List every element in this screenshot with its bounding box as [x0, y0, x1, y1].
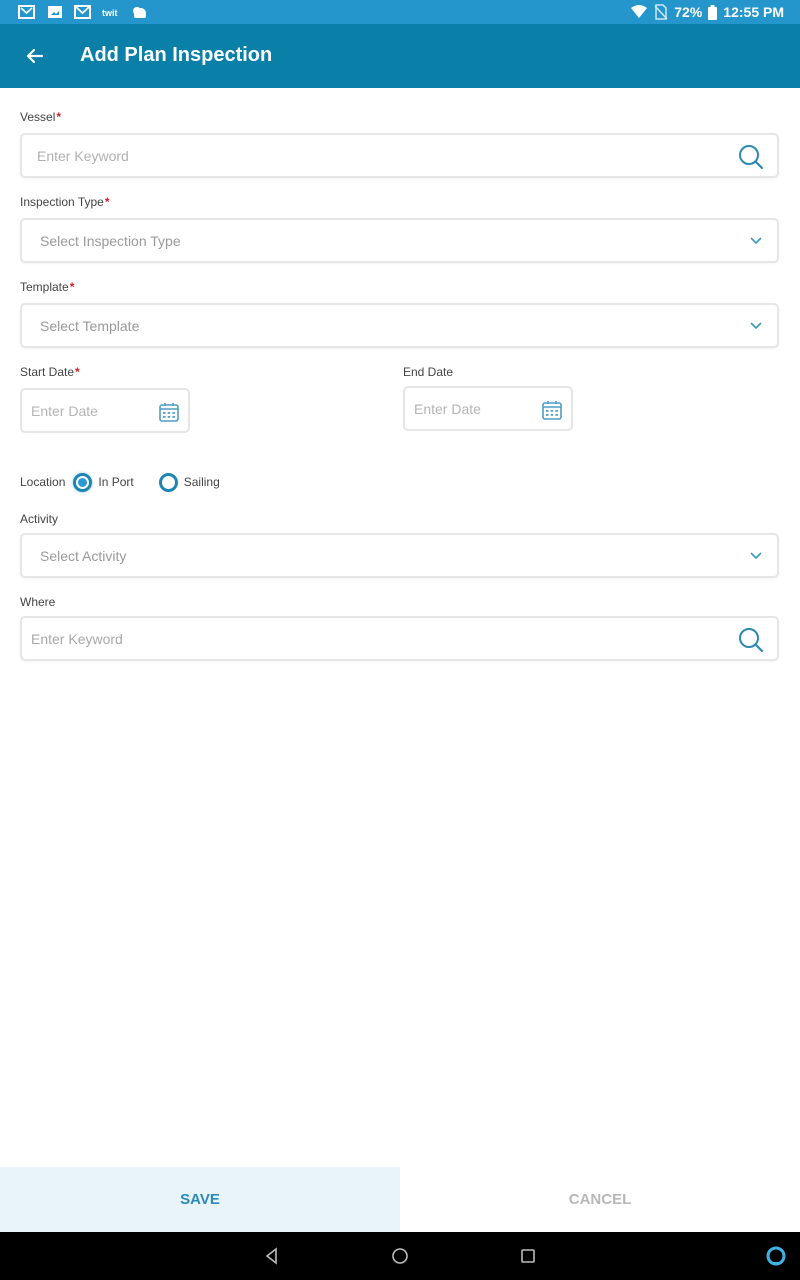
no-sim-icon: [654, 4, 668, 20]
radio-sailing[interactable]: [158, 472, 178, 492]
activity-placeholder: Select Activity: [40, 548, 127, 564]
template-label: Template*: [20, 280, 74, 294]
search-icon[interactable]: [737, 626, 765, 654]
save-button[interactable]: SAVE: [0, 1167, 400, 1232]
template-select[interactable]: Select Template: [20, 303, 779, 348]
inspection-type-placeholder: Select Inspection Type: [40, 233, 181, 249]
start-date-label: Start Date*: [20, 365, 80, 379]
end-date-placeholder: Enter Date: [414, 401, 481, 417]
required-marker: *: [104, 195, 110, 209]
clock: 12:55 PM: [723, 4, 784, 20]
radio-in-port[interactable]: [73, 472, 93, 492]
back-button[interactable]: [20, 42, 50, 70]
system-status: 72% 12:55 PM: [630, 3, 784, 21]
weather-icon: [133, 7, 146, 18]
calendar-icon[interactable]: [158, 401, 180, 423]
inspection-type-label-text: Inspection Type: [20, 195, 104, 209]
app-screen: twit 72% 12:55 PM Add Plan Inspection Ve…: [0, 0, 800, 1280]
nav-recents-icon[interactable]: [518, 1246, 538, 1266]
where-label: Where: [20, 595, 56, 609]
location-label: Location: [20, 475, 66, 489]
radio-sailing-label[interactable]: Sailing: [184, 475, 220, 489]
image-icon: [48, 6, 62, 18]
start-date-input[interactable]: Enter Date: [20, 388, 190, 433]
vessel-label-text: Vessel: [20, 110, 56, 124]
status-bar: twit 72% 12:55 PM: [0, 0, 800, 24]
start-date-label-text: Start Date: [20, 365, 75, 379]
calendar-icon[interactable]: [541, 399, 563, 421]
nav-home-icon[interactable]: [390, 1246, 410, 1266]
app-bar: Add Plan Inspection: [0, 24, 800, 88]
template-placeholder: Select Template: [40, 318, 140, 334]
required-marker: *: [69, 280, 75, 294]
action-bar: SAVE CANCEL: [0, 1167, 800, 1232]
battery-percent: 72%: [674, 4, 703, 20]
gmail-icon: [74, 5, 91, 19]
end-date-label: End Date: [403, 365, 454, 379]
system-nav-bar: [0, 1232, 800, 1280]
location-radio-group: Location In Port Sailing: [20, 472, 220, 492]
start-date-placeholder: Enter Date: [31, 403, 98, 419]
alexa-icon[interactable]: [765, 1245, 787, 1267]
activity-select[interactable]: Select Activity: [20, 533, 779, 578]
inspection-type-label: Inspection Type*: [20, 195, 110, 209]
page-title: Add Plan Inspection: [80, 44, 273, 66]
chevron-down-icon: [750, 552, 762, 560]
activity-label: Activity: [20, 512, 59, 526]
battery-icon: [708, 4, 718, 20]
where-search-input[interactable]: Enter Keyword: [20, 616, 779, 661]
nav-back-icon[interactable]: [262, 1246, 282, 1266]
end-date-input[interactable]: Enter Date: [403, 386, 573, 431]
vessel-label: Vessel*: [20, 110, 61, 124]
chevron-down-icon: [750, 322, 762, 330]
inspection-type-select[interactable]: Select Inspection Type: [20, 218, 779, 263]
wifi-icon: [631, 5, 648, 18]
svg-text:twit: twit: [102, 8, 118, 18]
notification-icons: twit: [18, 3, 148, 21]
gallery-mail-icon: [18, 5, 35, 19]
radio-in-port-label[interactable]: In Port: [98, 475, 133, 489]
required-marker: *: [56, 110, 62, 124]
arrow-left-icon: [26, 48, 44, 64]
template-label-text: Template: [20, 280, 69, 294]
required-marker: *: [75, 365, 80, 379]
cancel-button[interactable]: CANCEL: [400, 1167, 800, 1232]
where-placeholder: Enter Keyword: [31, 631, 123, 647]
app-text-icon: twit: [102, 8, 118, 18]
vessel-search-input[interactable]: Enter Keyword: [20, 133, 779, 178]
chevron-down-icon: [750, 237, 762, 245]
search-icon[interactable]: [737, 143, 765, 171]
vessel-placeholder: Enter Keyword: [37, 148, 129, 164]
